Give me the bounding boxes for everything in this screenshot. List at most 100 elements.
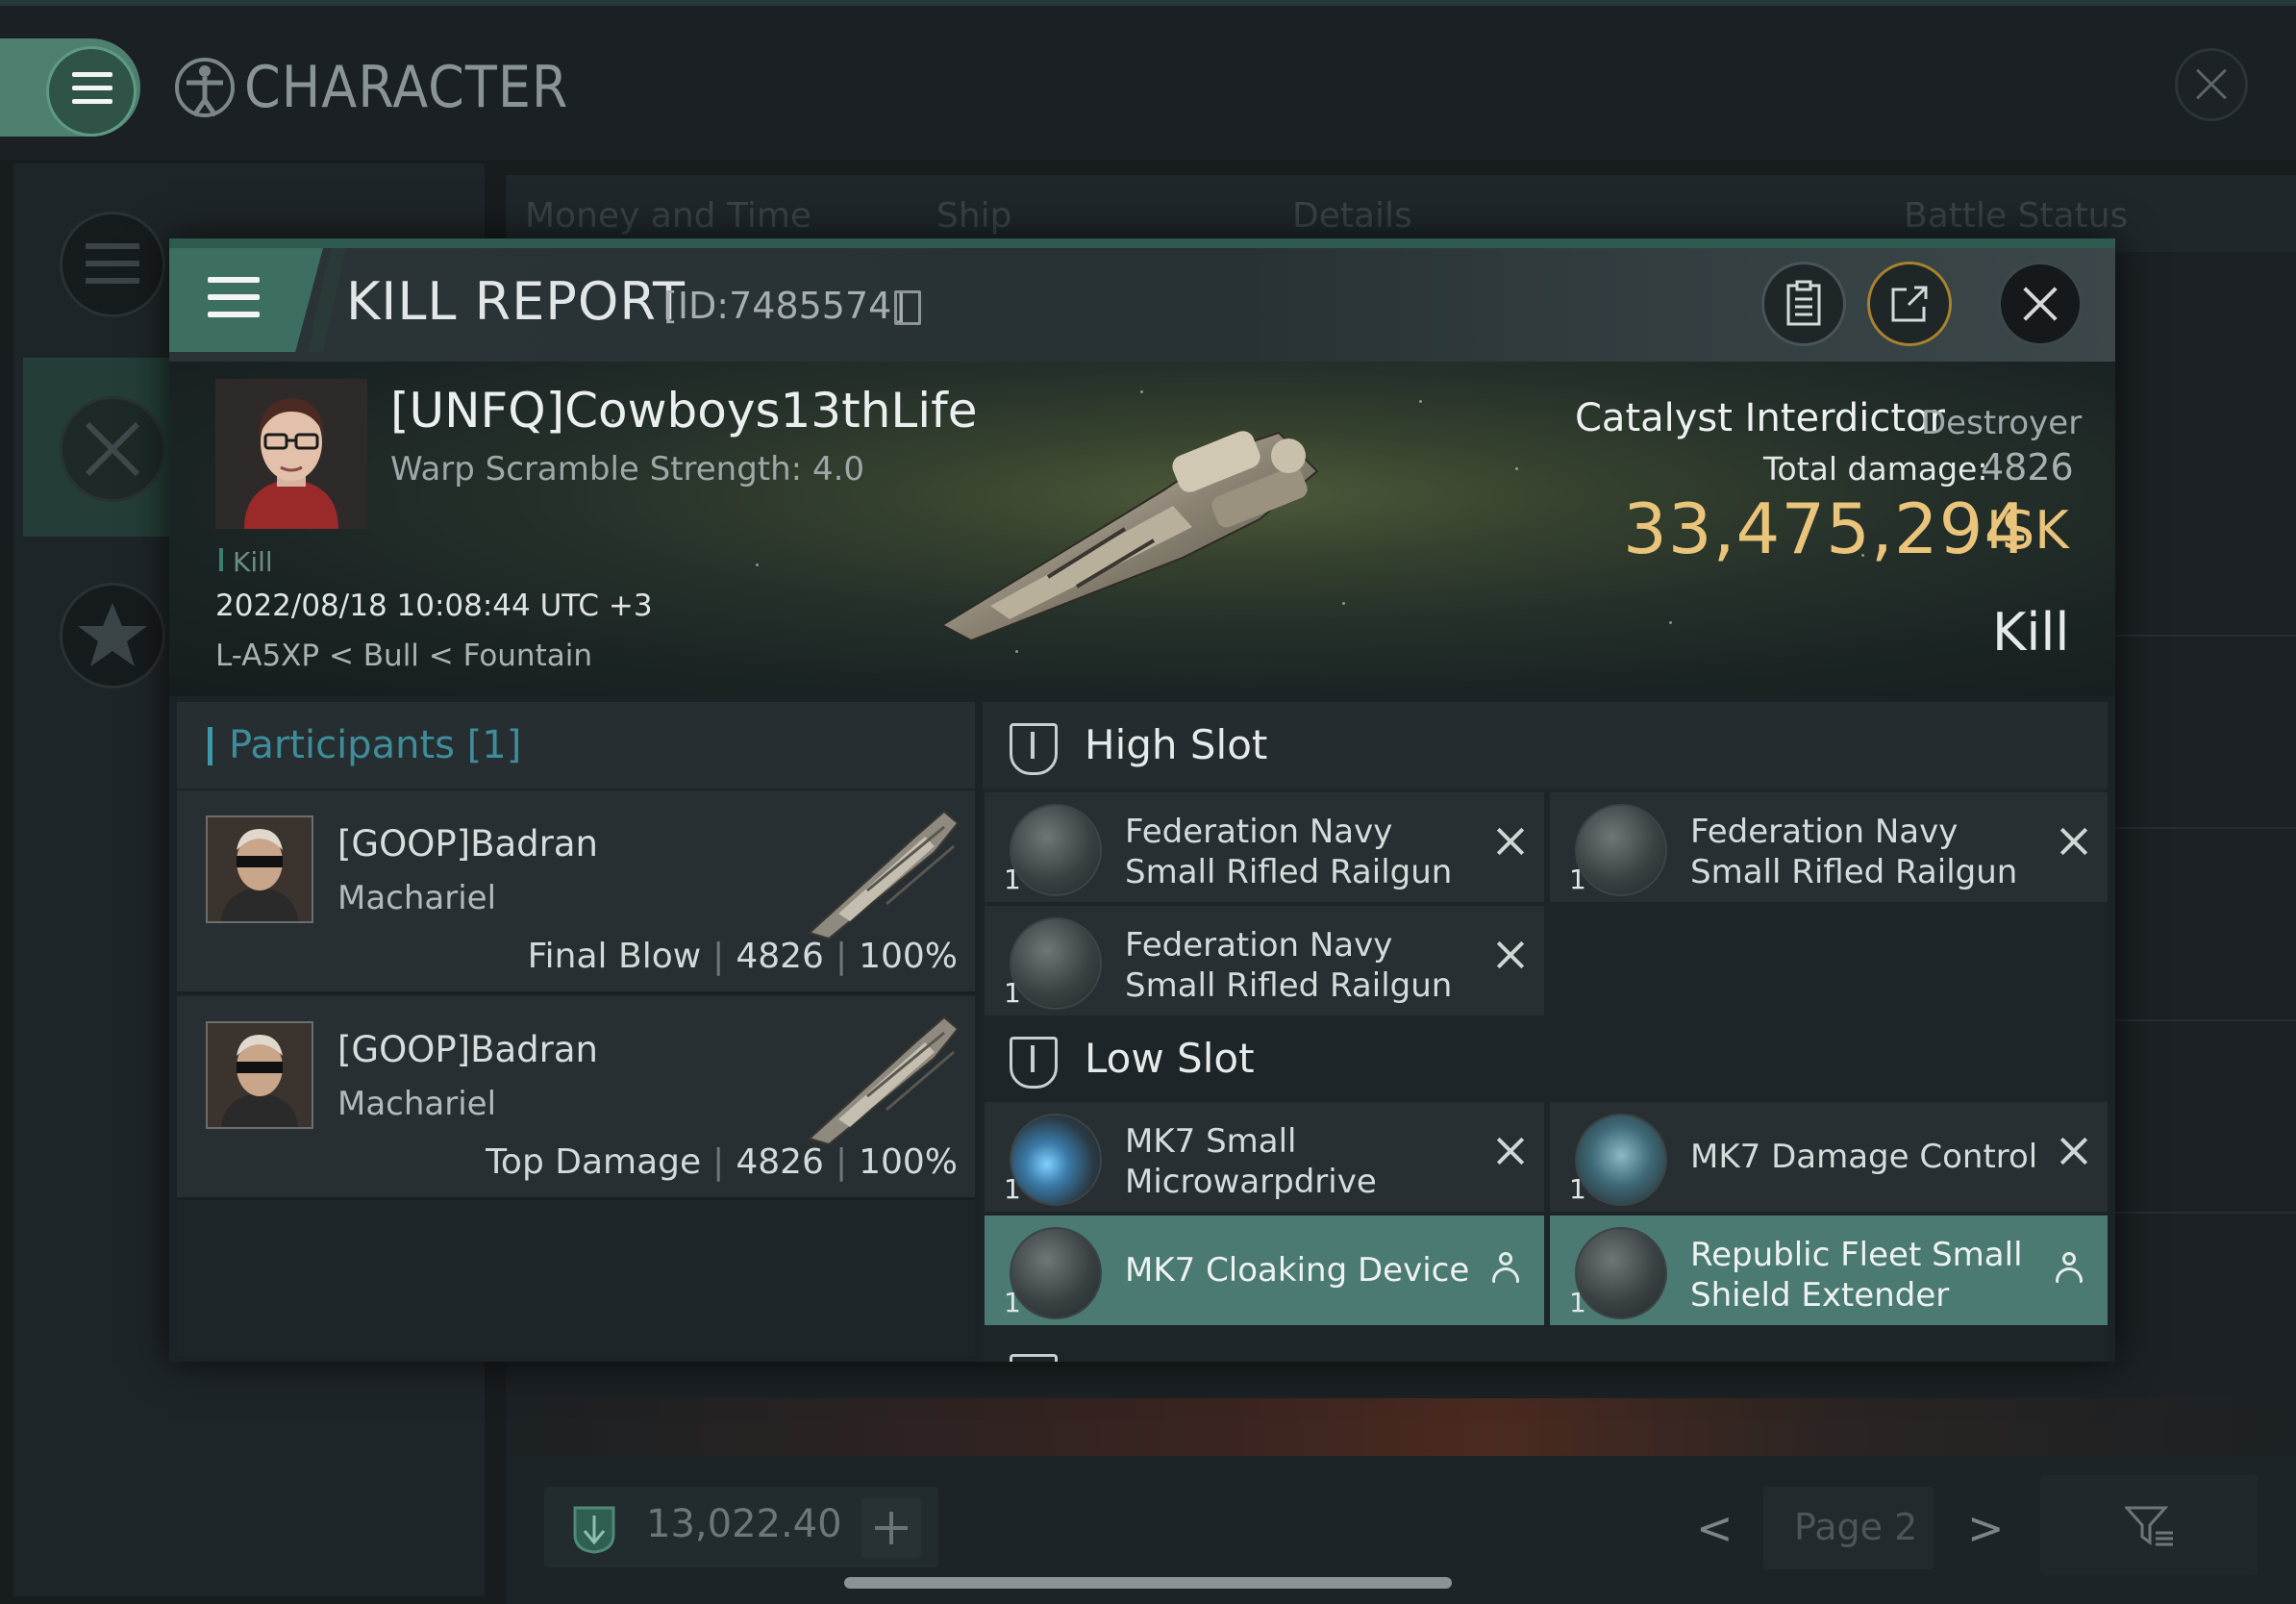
total-damage-label: Total damage: (1763, 450, 1988, 488)
high-slot-header: High Slot (983, 702, 2108, 789)
victim-portrait[interactable] (215, 379, 367, 529)
vitruvian-character-icon (175, 58, 235, 117)
item-name: MK7 Cloaking Device (1125, 1251, 1470, 1290)
participant-damage: 4826 (736, 937, 824, 976)
list-icon[interactable] (60, 212, 165, 317)
horizontal-scrollbar[interactable] (844, 1577, 1452, 1589)
participant-row[interactable]: [GOOP]Badran Machariel Final Blow | 4826 | 1… (177, 790, 975, 994)
copy-id-icon[interactable] (894, 290, 921, 325)
railgun-icon (1575, 804, 1667, 896)
high-slot-title: High Slot (1085, 721, 1268, 768)
fitting-item[interactable]: 1 Federation Navy Small Rifled Railgun (985, 906, 1544, 1015)
fittings-panel: High Slot 1 Federation Navy Small Rifled… (983, 702, 2108, 1362)
railgun-icon (1010, 917, 1102, 1010)
item-quantity: 1 (1004, 977, 1021, 1009)
item-name: Federation Navy Small Rifled Railgun (1125, 813, 1453, 891)
item-quantity: 1 (1004, 864, 1021, 895)
kill-tag: Kill (233, 546, 273, 578)
tab-details[interactable]: Details (1292, 196, 1412, 236)
external-link-icon (1891, 286, 1928, 322)
wallet-icon (573, 1506, 615, 1554)
tab-battle-status[interactable]: Battle Status (1904, 196, 2128, 236)
kill-report-title: KILL REPORT (346, 271, 686, 332)
close-icon[interactable] (2175, 48, 2248, 121)
item-name: Federation Navy Small Rifled Railgun (1125, 926, 1453, 1005)
prev-page-button[interactable]: < (1696, 1502, 1734, 1554)
fitting-item[interactable]: 1 Federation Navy Small Rifled Railgun (985, 792, 1544, 902)
cloaking-device-icon (1010, 1227, 1102, 1319)
participant-name[interactable]: [GOOP]Badran (337, 1029, 598, 1070)
background-killmail-strip (506, 1398, 2296, 1456)
participant-stats: Final Blow | 4826 | 100% (527, 937, 958, 976)
tab-ship[interactable]: Ship (936, 196, 1012, 236)
participant-stat-label: Top Damage (486, 1142, 702, 1182)
total-damage-value: 4826 (1981, 446, 2074, 489)
filter-button[interactable] (2040, 1475, 2258, 1575)
modal-accent-line (169, 238, 2115, 248)
share-button[interactable] (1867, 262, 1952, 346)
high-slot-icon (1010, 723, 1058, 775)
next-page-button[interactable]: > (1967, 1502, 2005, 1554)
destroyed-icon (2059, 1137, 2088, 1165)
item-name: MK7 Small Microwarpdrive (1125, 1122, 1377, 1201)
star-badge-icon[interactable] (60, 583, 165, 689)
dropped-person-icon (1492, 1252, 1519, 1285)
damage-control-icon (1575, 1114, 1667, 1206)
fitting-item[interactable]: 1 MK7 Small Microwarpdrive (985, 1102, 1544, 1212)
next-slot-header (983, 1333, 2108, 1362)
kill-tag-marker (219, 548, 223, 571)
destroyed-icon (1496, 1137, 1525, 1165)
destroyed-icon (2059, 827, 2088, 856)
ship-class: Destroyer (1921, 404, 2083, 442)
page-indicator: Page 2 (1794, 1506, 1918, 1548)
destroyed-icon (1496, 827, 1525, 856)
shield-extender-icon (1575, 1227, 1667, 1319)
dropped-person-icon (2056, 1252, 2083, 1285)
clipboard-button[interactable] (1761, 262, 1846, 346)
wallet-value: 13,022.40 (646, 1502, 842, 1546)
add-isk-button[interactable] (861, 1498, 921, 1558)
kill-result: Kill (1992, 602, 2070, 663)
warp-scramble-strength: Warp Scramble Strength: 4.0 (390, 450, 865, 489)
low-slot-icon (1010, 1037, 1058, 1089)
item-name: Federation Navy Small Rifled Railgun (1690, 813, 2018, 891)
destroyed-icon (1496, 940, 1525, 969)
ship-render[interactable] (933, 414, 1336, 644)
kill-location[interactable]: L-A5XP < Bull < Fountain (215, 639, 592, 673)
kill-report-id: [ID:7485574] (663, 285, 907, 327)
participant-damage: 4826 (736, 1142, 824, 1182)
fitting-item[interactable]: 1 Republic Fleet Small Shield Extender (1550, 1216, 2108, 1325)
participant-name[interactable]: [GOOP]Badran (337, 823, 598, 865)
participants-title: Participants [1] (229, 723, 522, 767)
participant-percent: 100% (859, 937, 958, 976)
low-slot-header: Low Slot (983, 1015, 2108, 1102)
hamburger-icon[interactable] (46, 46, 137, 137)
item-name: MK7 Damage Control (1690, 1138, 2038, 1176)
item-quantity: 1 (1569, 1173, 1586, 1205)
participants-header-marker (208, 727, 212, 765)
microwarpdrive-icon (1010, 1114, 1102, 1206)
participant-percent: 100% (859, 1142, 958, 1182)
tab-money-and-time[interactable]: Money and Time (525, 196, 811, 236)
item-quantity: 1 (1004, 1173, 1021, 1205)
victim-name[interactable]: [UNFQ]Cowboys13thLife (390, 383, 978, 439)
participant-ship-icon (808, 810, 960, 940)
filter-icon (2125, 1506, 2173, 1546)
railgun-icon (1010, 804, 1102, 896)
participant-portrait[interactable] (206, 1021, 313, 1129)
crossed-swords-icon[interactable] (60, 396, 165, 502)
slot-icon (1010, 1354, 1058, 1362)
close-kill-report-button[interactable] (1998, 262, 2083, 346)
item-quantity: 1 (1569, 864, 1586, 895)
item-name: Republic Fleet Small Shield Extender (1690, 1236, 2023, 1315)
fitting-item[interactable]: 1 MK7 Damage Control (1550, 1102, 2108, 1212)
fitting-item[interactable]: 1 MK7 Cloaking Device (985, 1216, 1544, 1325)
ship-name[interactable]: Catalyst Interdictor (1575, 396, 1945, 440)
participant-portrait[interactable] (206, 815, 313, 923)
item-quantity: 1 (1569, 1287, 1586, 1318)
participant-ship-icon (808, 1015, 960, 1146)
participant-row[interactable]: [GOOP]Badran Machariel Top Damage | 4826 | 1… (177, 996, 975, 1200)
clipboard-icon (1786, 280, 1821, 326)
kill-timestamp: 2022/08/18 10:08:44 UTC +3 (215, 589, 653, 623)
fitting-item[interactable]: 1 Federation Navy Small Rifled Railgun (1550, 792, 2108, 902)
